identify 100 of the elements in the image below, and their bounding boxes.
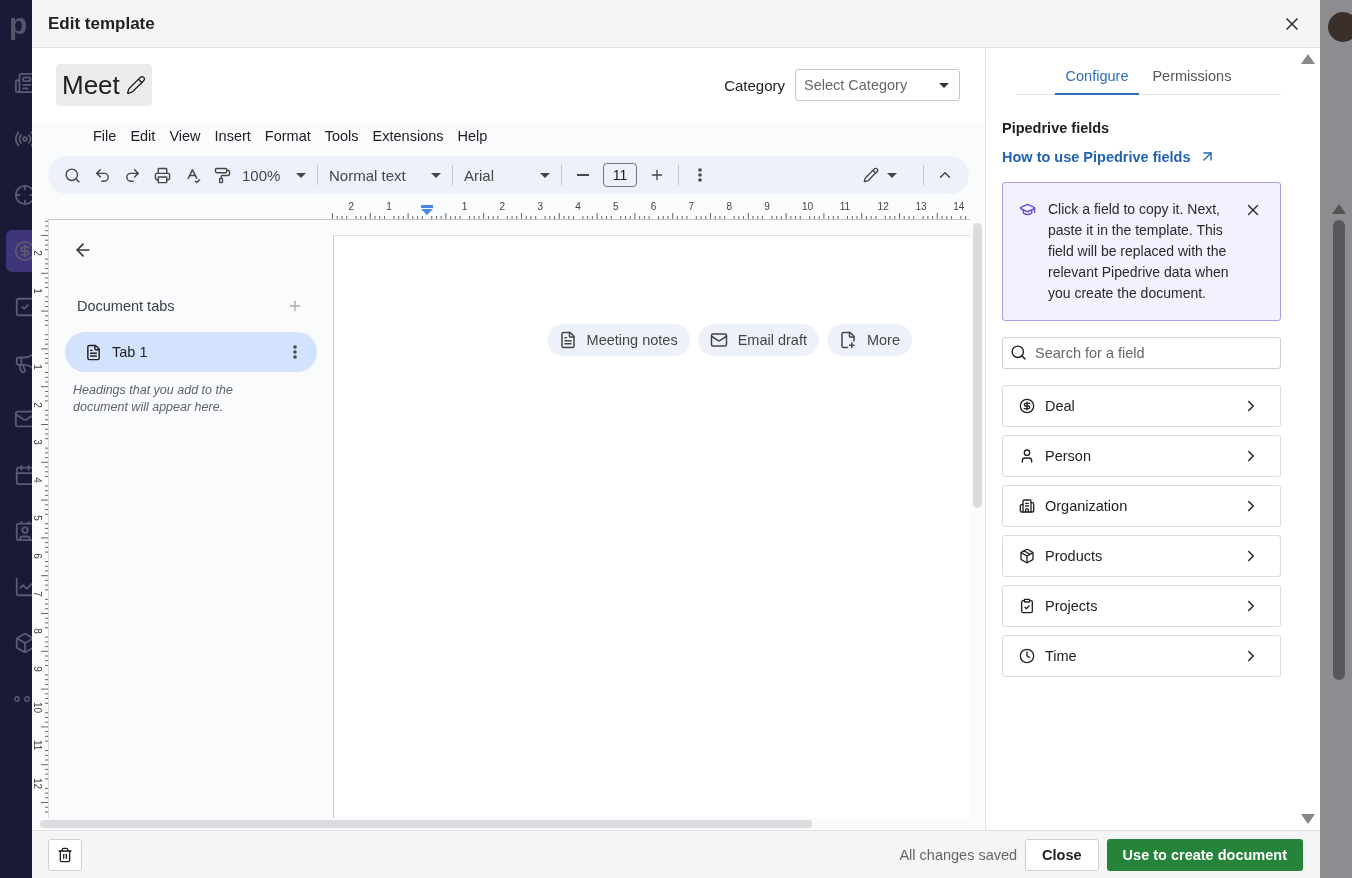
ruler-number: 9 (764, 202, 770, 212)
pencil-icon (863, 167, 879, 183)
logo: p (9, 6, 29, 42)
newspaper-icon (14, 72, 32, 94)
field-category[interactable]: Time (1002, 635, 1281, 677)
template-name[interactable]: Meet (56, 64, 152, 106)
ruler-number: 7 (32, 589, 42, 599)
tab-label: Tab 1 (112, 344, 149, 360)
dots-icon (14, 696, 30, 702)
crosshair-icon (14, 184, 32, 206)
more-icon (698, 168, 702, 182)
contact-card-icon (14, 520, 32, 542)
graduation-cap-icon (1019, 201, 1036, 218)
ruler-number: 1 (386, 202, 392, 212)
field-category[interactable]: Deal (1002, 385, 1281, 427)
save-status: All changes saved (899, 846, 1018, 863)
clock-icon (1019, 648, 1035, 664)
ruler-number: 7 (688, 202, 695, 212)
file-plus-icon (838, 331, 857, 349)
menu-item[interactable]: File (86, 126, 124, 146)
scrollbar-thumb[interactable] (1332, 220, 1345, 680)
pencil-icon (125, 75, 146, 95)
caret-icon (939, 82, 949, 88)
box-icon (14, 632, 32, 654)
scroll-up-icon[interactable] (1301, 54, 1315, 64)
font-dropdown[interactable]: Arial (460, 161, 554, 189)
dollar-icon (14, 240, 32, 262)
ruler-number: 5 (613, 202, 619, 212)
menu-item[interactable]: Format (257, 126, 318, 146)
search-field[interactable]: Search for a field (1002, 337, 1281, 369)
menu-item[interactable]: Extensions (365, 126, 451, 146)
ruler-number: 3 (32, 438, 42, 448)
close-button[interactable]: Close (1025, 838, 1099, 871)
dollar-icon (1019, 398, 1035, 414)
document-tabs-title: Document tabs (77, 298, 175, 314)
avatar[interactable] (1328, 12, 1352, 42)
ruler-number: 4 (32, 476, 42, 485)
mail-icon (14, 408, 32, 430)
printer-icon (153, 166, 171, 184)
plus-icon (649, 167, 665, 183)
ruler-number: 2 (32, 249, 42, 259)
mail-icon (709, 331, 728, 349)
delete-button[interactable] (48, 838, 82, 871)
ruler-number: 10 (802, 202, 814, 212)
menu-item[interactable]: Insert (207, 126, 258, 146)
ruler-number: 2 (499, 202, 506, 212)
field-category[interactable]: Projects (1002, 585, 1281, 627)
help-link[interactable]: How to use Pipedrive fields (1002, 148, 1281, 165)
template-chip[interactable]: Email draft (697, 324, 819, 356)
scroll-down-icon[interactable] (1301, 814, 1315, 824)
ruler-number: 12 (32, 777, 42, 788)
category-select[interactable]: Select Category (795, 69, 960, 101)
field-category[interactable]: Products (1002, 535, 1281, 577)
scrollbar-thumb[interactable] (973, 223, 982, 508)
zoom-dropdown[interactable]: 100% (238, 161, 310, 189)
panel-tab[interactable]: Permissions (1141, 64, 1243, 95)
menu-item[interactable]: Edit (123, 126, 163, 146)
person-icon (1019, 448, 1035, 464)
field-category[interactable]: Organization (1002, 485, 1281, 527)
menu-item[interactable]: Tools (317, 126, 366, 146)
caret-icon (887, 172, 897, 178)
tip-text: Click a field to copy it. Next, paste it in the template. This field will be replaced with the relevant Pipedrive data when you create the document. (1048, 200, 1230, 303)
ruler-number: 6 (650, 202, 657, 212)
ruler-number: 2 (32, 400, 42, 410)
plus-icon (287, 298, 303, 314)
search-icon (63, 166, 81, 184)
indent-marker-icon[interactable] (421, 205, 433, 215)
ruler-number: 1 (32, 363, 42, 372)
template-chip[interactable]: Meeting notes (546, 324, 690, 356)
chart-icon (14, 576, 32, 598)
caret-icon (296, 172, 306, 178)
scrollbar-thumb[interactable] (40, 820, 812, 828)
building-icon (1019, 498, 1035, 514)
create-document-button[interactable]: Use to create document (1106, 838, 1303, 871)
field-category[interactable]: Person (1002, 435, 1281, 477)
section-heading: Pipedrive fields (1002, 120, 1111, 136)
category-label: Category (724, 76, 785, 94)
template-chip[interactable]: More (826, 324, 912, 356)
scroll-up-icon[interactable] (1331, 204, 1346, 214)
document-icon (85, 343, 102, 361)
checkbox-icon (14, 296, 32, 318)
caret-icon (431, 172, 441, 178)
ruler-number: 10 (32, 702, 42, 712)
megaphone-icon (14, 352, 32, 374)
search-icon (1010, 344, 1027, 361)
minus-icon (577, 174, 589, 176)
ruler-number: 3 (537, 202, 543, 212)
headings-hint: Headings that you add to the document will appear here. (73, 382, 234, 416)
document-tab[interactable]: Tab 1 (65, 332, 317, 372)
more-icon (293, 345, 297, 359)
menu-item[interactable]: Help (450, 126, 495, 146)
redo-icon (123, 166, 141, 184)
style-dropdown[interactable]: Normal text (325, 161, 445, 189)
panel-tab[interactable]: Configure (1054, 64, 1140, 95)
ruler-number: 1 (32, 287, 42, 296)
ruler-number: 5 (32, 514, 42, 523)
ruler-number: 12 (877, 202, 889, 212)
font-size-field[interactable]: 11 (603, 163, 637, 187)
menu-item[interactable]: View (162, 126, 208, 146)
document-icon (558, 331, 577, 349)
